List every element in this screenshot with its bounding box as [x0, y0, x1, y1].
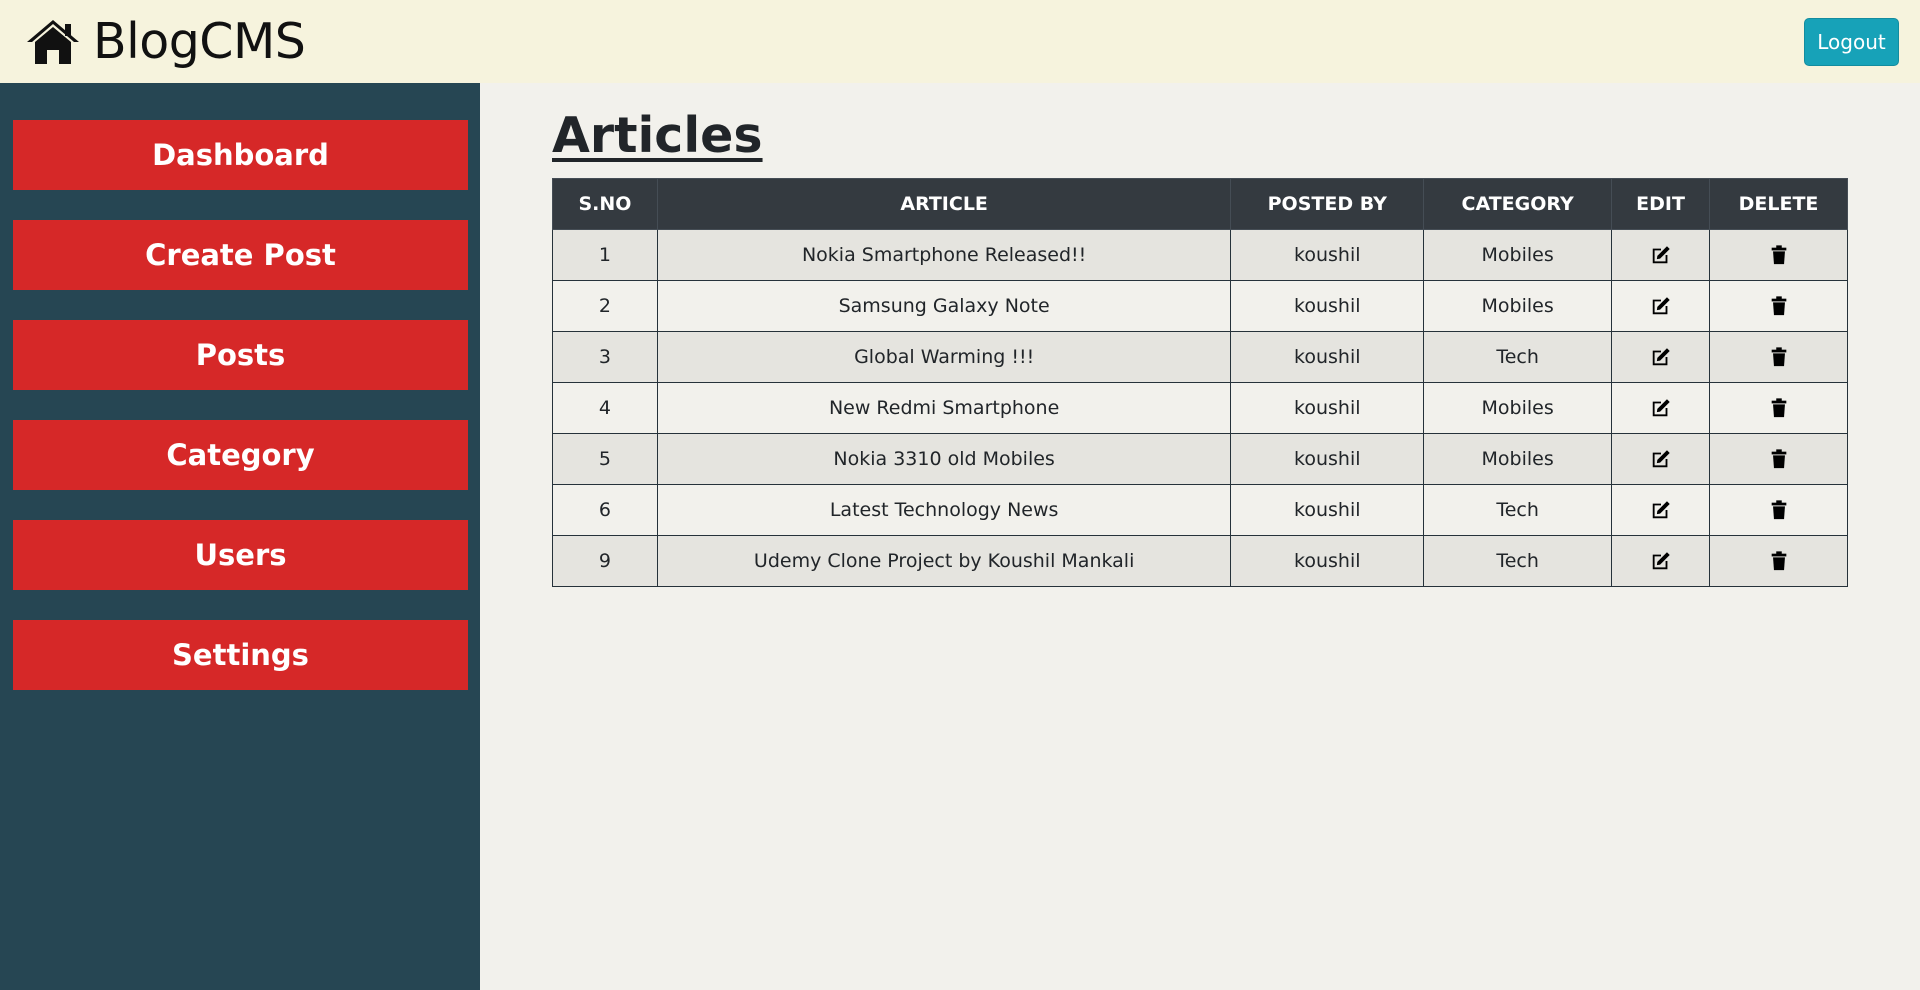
cell-article: Nokia Smartphone Released!!	[656, 229, 1232, 281]
column-header-category: CATEGORY	[1423, 178, 1613, 230]
cell-sno: 4	[552, 382, 658, 434]
sidebar: Dashboard Create Post Posts Category Use…	[0, 83, 480, 990]
cell-posted-by: koushil	[1230, 382, 1425, 434]
sidebar-item-posts[interactable]: Posts	[13, 320, 468, 390]
column-header-posted-by: POSTED BY	[1230, 178, 1425, 230]
edit-icon	[1652, 348, 1670, 366]
cell-category: Mobiles	[1423, 433, 1613, 485]
cell-posted-by: koushil	[1230, 229, 1425, 281]
cell-sno: 1	[552, 229, 658, 281]
cell-sno: 2	[552, 280, 658, 332]
edit-button[interactable]	[1611, 484, 1711, 536]
sidebar-item-settings[interactable]: Settings	[13, 620, 468, 690]
delete-button[interactable]	[1709, 229, 1848, 281]
page-title: Articles	[552, 107, 763, 164]
delete-button[interactable]	[1709, 280, 1848, 332]
trash-icon	[1771, 245, 1786, 265]
edit-icon	[1652, 450, 1670, 468]
cell-category: Tech	[1423, 535, 1613, 587]
edit-button[interactable]	[1611, 229, 1711, 281]
table-row: 1 Nokia Smartphone Released!! koushil Mobil…	[552, 229, 1848, 281]
cell-article: Latest Technology News	[656, 484, 1232, 536]
delete-button[interactable]	[1709, 433, 1848, 485]
edit-button[interactable]	[1611, 382, 1711, 434]
cell-category: Mobiles	[1423, 229, 1613, 281]
trash-icon	[1771, 296, 1786, 316]
delete-button[interactable]	[1709, 484, 1848, 536]
sidebar-item-category[interactable]: Category	[13, 420, 468, 490]
delete-button[interactable]	[1709, 535, 1848, 587]
table-row: 9 Udemy Clone Project by Koushil Mankali k…	[552, 535, 1848, 587]
trash-icon	[1771, 398, 1786, 418]
sidebar-item-create-post[interactable]: Create Post	[13, 220, 468, 290]
cell-category: Mobiles	[1423, 382, 1613, 434]
table-row: 4 New Redmi Smartphone koushil Mobiles	[552, 382, 1848, 434]
cell-article: Nokia 3310 old Mobiles	[656, 433, 1232, 485]
cell-sno: 9	[552, 535, 658, 587]
brand[interactable]: BlogCMS	[25, 13, 306, 70]
column-header-edit: EDIT	[1611, 178, 1711, 230]
trash-icon	[1771, 551, 1786, 571]
edit-button[interactable]	[1611, 433, 1711, 485]
cell-category: Mobiles	[1423, 280, 1613, 332]
column-header-delete: DELETE	[1709, 178, 1848, 230]
sidebar-item-dashboard[interactable]: Dashboard	[13, 120, 468, 190]
table-header-row: S.NO ARTICLE POSTED BY CATEGORY EDIT DEL…	[552, 178, 1848, 230]
cell-article: Udemy Clone Project by Koushil Mankali	[656, 535, 1232, 587]
cell-posted-by: koushil	[1230, 433, 1425, 485]
main-content: Articles S.NO ARTICLE POSTED BY CATEGORY…	[480, 83, 1920, 990]
cell-category: Tech	[1423, 331, 1613, 383]
edit-icon	[1652, 246, 1670, 264]
cell-posted-by: koushil	[1230, 535, 1425, 587]
sidebar-item-users[interactable]: Users	[13, 520, 468, 590]
edit-button[interactable]	[1611, 331, 1711, 383]
cell-article: Global Warming !!!	[656, 331, 1232, 383]
table-row: 3 Global Warming !!! koushil Tech	[552, 331, 1848, 383]
articles-table: S.NO ARTICLE POSTED BY CATEGORY EDIT DEL…	[552, 178, 1848, 587]
edit-button[interactable]	[1611, 280, 1711, 332]
table-row: 6 Latest Technology News koushil Tech	[552, 484, 1848, 536]
cell-posted-by: koushil	[1230, 484, 1425, 536]
column-header-article: ARTICLE	[656, 178, 1232, 230]
cell-category: Tech	[1423, 484, 1613, 536]
table-row: 5 Nokia 3310 old Mobiles koushil Mobiles	[552, 433, 1848, 485]
column-header-sno: S.NO	[552, 178, 658, 230]
table-row: 2 Samsung Galaxy Note koushil Mobiles	[552, 280, 1848, 332]
trash-icon	[1771, 500, 1786, 520]
cell-sno: 5	[552, 433, 658, 485]
cell-sno: 3	[552, 331, 658, 383]
cell-posted-by: koushil	[1230, 280, 1425, 332]
top-navbar: BlogCMS Logout	[0, 0, 1920, 83]
cell-sno: 6	[552, 484, 658, 536]
edit-button[interactable]	[1611, 535, 1711, 587]
edit-icon	[1652, 501, 1670, 519]
brand-name: BlogCMS	[93, 13, 306, 70]
trash-icon	[1771, 347, 1786, 367]
delete-button[interactable]	[1709, 382, 1848, 434]
trash-icon	[1771, 449, 1786, 469]
logout-button[interactable]: Logout	[1804, 17, 1899, 66]
cell-article: Samsung Galaxy Note	[656, 280, 1232, 332]
cell-posted-by: koushil	[1230, 331, 1425, 383]
edit-icon	[1652, 297, 1670, 315]
home-icon	[27, 19, 79, 64]
edit-icon	[1652, 552, 1670, 570]
cell-article: New Redmi Smartphone	[656, 382, 1232, 434]
edit-icon	[1652, 399, 1670, 417]
delete-button[interactable]	[1709, 331, 1848, 383]
